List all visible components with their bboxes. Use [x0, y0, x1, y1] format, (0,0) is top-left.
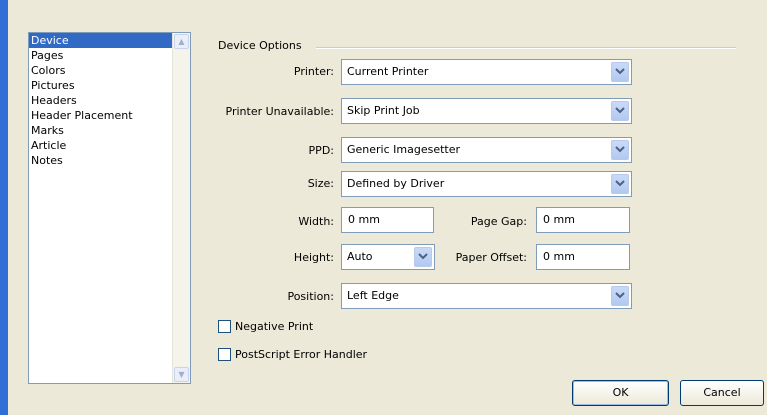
printer-unavailable-label: Printer Unavailable: [225, 105, 334, 118]
chevron-down-icon[interactable] [611, 286, 629, 306]
width-input[interactable]: 0 mm [341, 207, 434, 233]
ppd-label: PPD: [308, 144, 334, 157]
printer-select[interactable]: Current Printer [341, 59, 632, 85]
chevron-down-icon[interactable] [611, 101, 629, 121]
size-select-value: Defined by Driver [347, 177, 445, 190]
ok-button[interactable]: OK [572, 380, 669, 406]
size-label: Size: [307, 177, 334, 190]
scroll-up-arrow-icon[interactable]: ▲ [174, 34, 189, 49]
printer-label: Printer: [293, 65, 334, 78]
category-list[interactable]: Device Pages Colors Pictures Headers Hea… [28, 32, 191, 384]
list-item-marks[interactable]: Marks [29, 123, 172, 138]
list-item-headers[interactable]: Headers [29, 93, 172, 108]
postscript-error-handler-label: PostScript Error Handler [235, 347, 368, 361]
height-label: Height: [293, 251, 334, 264]
device-options-heading: Device Options [218, 39, 302, 52]
list-scrollbar[interactable]: ▲ ▼ [172, 33, 190, 383]
height-select-value: Auto [347, 250, 373, 263]
scroll-down-arrow-icon[interactable]: ▼ [174, 367, 189, 382]
postscript-error-handler-option[interactable]: PostScript Error Handler [218, 346, 367, 362]
list-item-pictures[interactable]: Pictures [29, 78, 172, 93]
chevron-down-icon[interactable] [611, 174, 629, 194]
list-item-notes[interactable]: Notes [29, 153, 172, 168]
position-select-value: Left Edge [347, 289, 399, 302]
size-select[interactable]: Defined by Driver [341, 171, 632, 197]
category-list-items: Device Pages Colors Pictures Headers Hea… [29, 33, 172, 383]
chevron-down-icon[interactable] [611, 62, 629, 82]
height-select[interactable]: Auto [341, 244, 435, 270]
width-label: Width: [298, 215, 334, 228]
window-edge [0, 0, 8, 415]
group-divider [316, 47, 736, 49]
chevron-down-icon[interactable] [611, 140, 629, 160]
negative-print-label: Negative Print [235, 319, 314, 333]
printer-unavailable-select[interactable]: Skip Print Job [341, 98, 632, 124]
ppd-select[interactable]: Generic Imagesetter [341, 137, 632, 163]
paper-offset-label: Paper Offset: [455, 251, 527, 264]
ppd-select-value: Generic Imagesetter [347, 143, 461, 156]
postscript-error-handler-checkbox[interactable] [218, 347, 231, 361]
list-item-colors[interactable]: Colors [29, 63, 172, 78]
page-gap-input[interactable]: 0 mm [536, 207, 630, 233]
page-gap-label: Page Gap: [470, 215, 527, 228]
list-item-pages[interactable]: Pages [29, 48, 172, 63]
cancel-button[interactable]: Cancel [680, 380, 764, 406]
position-label: Position: [287, 290, 334, 303]
printer-unavailable-select-value: Skip Print Job [347, 104, 420, 117]
paper-offset-input[interactable]: 0 mm [536, 244, 630, 270]
chevron-down-icon[interactable] [414, 247, 432, 267]
printer-select-value: Current Printer [347, 65, 429, 78]
list-item-header-placement[interactable]: Header Placement [29, 108, 172, 123]
list-item-article[interactable]: Article [29, 138, 172, 153]
negative-print-option[interactable]: Negative Print [218, 318, 313, 334]
negative-print-checkbox[interactable] [218, 319, 231, 333]
list-item-device[interactable]: Device [29, 33, 172, 48]
position-select[interactable]: Left Edge [341, 283, 632, 309]
